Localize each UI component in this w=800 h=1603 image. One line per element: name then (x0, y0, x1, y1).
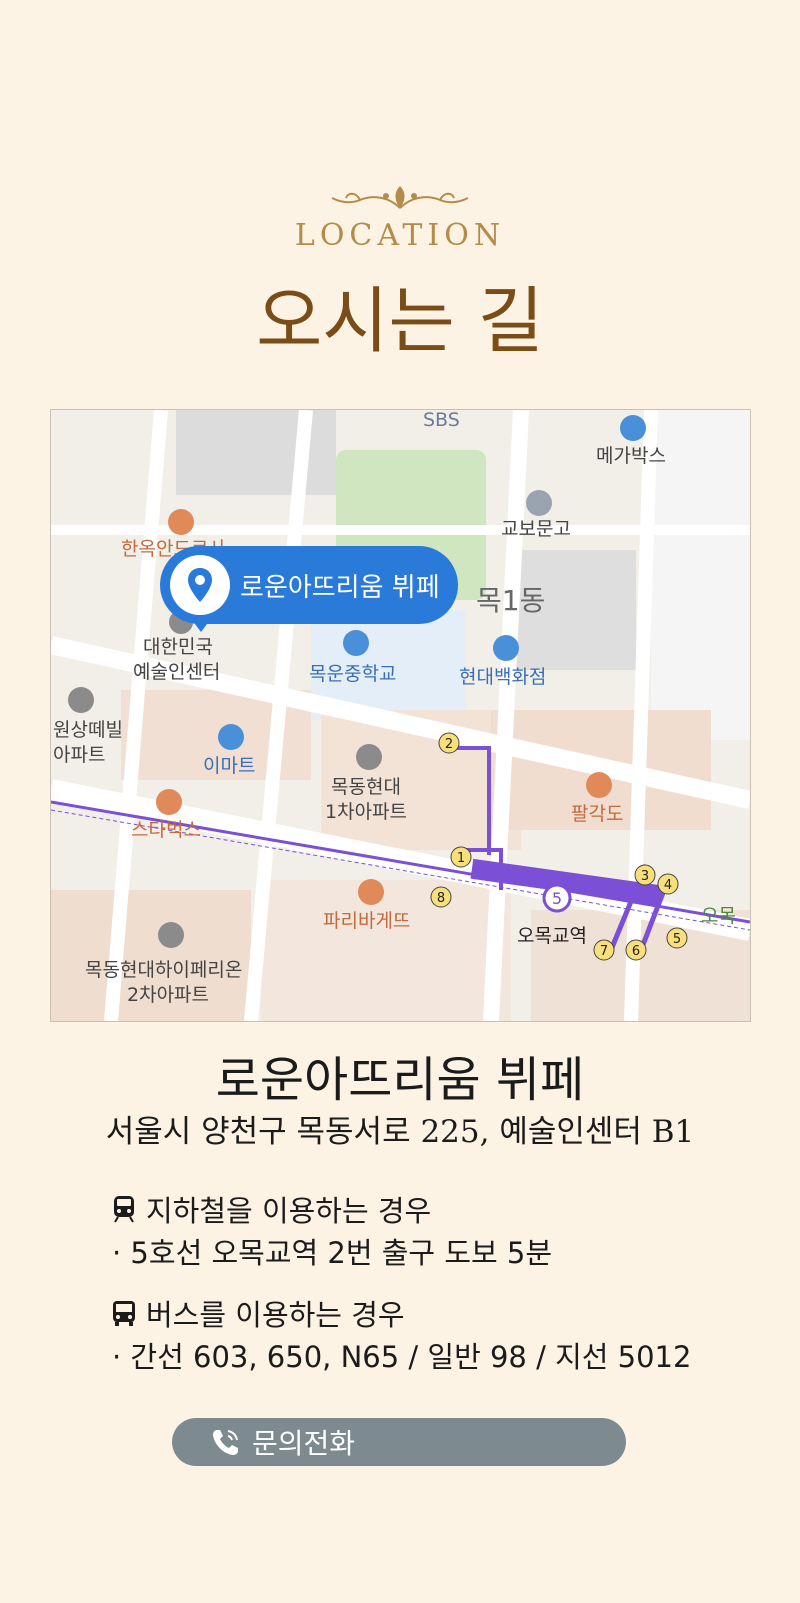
subway-icon (114, 1196, 134, 1223)
exit-marker: 7 (600, 944, 608, 959)
call-button-label: 문의전화 (252, 1427, 356, 1460)
map-label: 목1동 (476, 584, 545, 617)
map-label: 목운중학교 (309, 663, 396, 685)
exit-marker: 3 (641, 869, 649, 884)
bus-detail: · 간선 603, 650, N65 / 일반 98 / 지선 5012 (112, 1340, 692, 1374)
map-label: 교보문고 (501, 518, 571, 540)
map-label: 1차아파트 (325, 801, 407, 823)
exit-marker: 6 (632, 944, 640, 959)
exit-marker: 1 (457, 851, 465, 866)
bus-heading: 버스를 이용하는 경우 (146, 1298, 405, 1332)
map-label: 아파트 (53, 744, 105, 766)
apartment-icon (158, 922, 184, 948)
call-button[interactable]: 문의전화 (172, 1418, 626, 1466)
location-pin-icon (188, 568, 212, 602)
bus-section: 버스를 이용하는 경우 · 간선 603, 650, N65 / 일반 98 /… (112, 1292, 752, 1376)
cafe-icon (156, 789, 182, 815)
venue-address: 서울시 양천구 목동서로 225, 예술인센터 B1 (105, 1114, 695, 1150)
pin-label: 로운아뜨리움 뷔페 (240, 572, 440, 603)
map-label: 대한민국 (143, 636, 213, 658)
cinema-icon (620, 415, 646, 441)
exit-marker: 5 (673, 932, 681, 947)
map-label: 이마트 (203, 755, 255, 777)
section-label: LOCATION (294, 218, 506, 253)
subway-heading-row: 지하철을 이용하는 경우 (112, 1188, 752, 1230)
bookstore-icon (526, 490, 552, 516)
map-label: 예술인센터 (133, 661, 220, 683)
map-label: 목동현대 (331, 776, 401, 798)
exit-marker: 2 (445, 737, 453, 752)
map-label: 목동현대하이페리온 (85, 959, 242, 981)
mart-icon (218, 724, 244, 750)
apartment-icon (68, 687, 94, 713)
restaurant-icon (586, 772, 612, 798)
map-label: 스타벅스 (131, 819, 201, 841)
venue-pin-callout[interactable]: 로운아뜨리움 뷔페 (160, 546, 458, 624)
line-number-badge: 5 (552, 889, 562, 908)
restaurant-icon (168, 509, 194, 535)
school-icon (343, 630, 369, 656)
exit-marker: 8 (437, 891, 445, 906)
bus-icon (113, 1301, 135, 1326)
map-label: 오목교역 (517, 925, 587, 947)
venue-name: 로운아뜨리움 뷔페 (215, 1052, 585, 1108)
map-label: SBS (423, 410, 460, 431)
department-store-icon (493, 635, 519, 661)
ornament-flourish-icon (331, 186, 469, 209)
page-title: 오시는 길 (256, 279, 544, 363)
bus-heading-row: 버스를 이용하는 경우 (112, 1292, 752, 1334)
subway-section: 지하철을 이용하는 경우 · 5호선 오목교역 2번 출구 도보 5분 (112, 1188, 752, 1272)
map-label: 현대백화점 (459, 666, 546, 688)
map-label: 메가박스 (596, 445, 666, 467)
map-label: 파리바게뜨 (323, 910, 410, 932)
apartment-icon (356, 744, 382, 770)
subway-heading: 지하철을 이용하는 경우 (146, 1194, 432, 1228)
exit-marker: 4 (664, 878, 672, 893)
phone-icon (213, 1430, 238, 1455)
pin-icon-wrapper (170, 555, 230, 615)
subway-detail: · 5호선 오목교역 2번 출구 도보 5분 (112, 1236, 553, 1270)
map-label: 팔각도 (571, 803, 623, 825)
map-label: 2차아파트 (127, 984, 209, 1006)
bakery-icon (358, 879, 384, 905)
map-label: 원상떼빌 (53, 719, 123, 741)
location-map[interactable]: 5 1 2 3 4 5 6 7 8 SBS 메가박스 교보문고 한옥안드로사 목… (50, 409, 751, 1022)
pin-tail (192, 620, 210, 632)
map-label: 오목 (701, 905, 736, 927)
